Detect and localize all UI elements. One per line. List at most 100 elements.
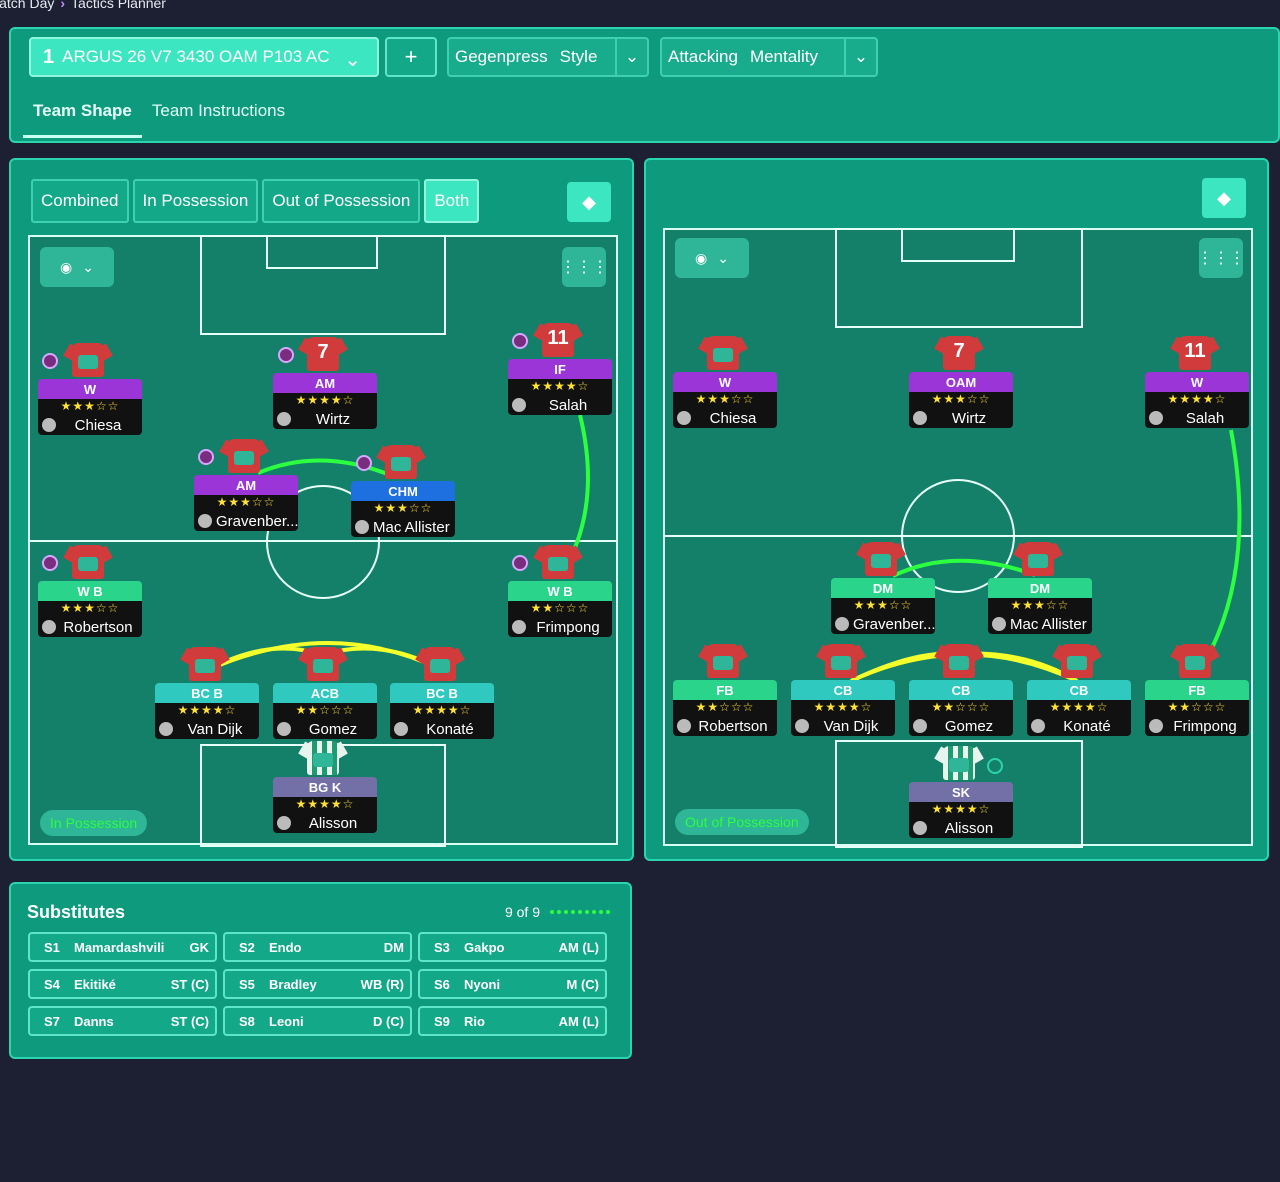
visibility-toggle[interactable]: ◉ ⌄ (40, 247, 114, 287)
tab-team-instructions[interactable]: Team Instructions (142, 93, 295, 138)
tab-team-shape[interactable]: Team Shape (23, 93, 142, 138)
player-role: W B (38, 581, 142, 601)
chevron-right-icon: › (60, 0, 66, 11)
grid-view-icon[interactable]: ⋮⋮⋮ (560, 247, 608, 287)
view-out-of-possession-button[interactable]: Out of Possession (262, 179, 421, 223)
breadcrumb-parent[interactable]: latch Day (0, 0, 54, 11)
role-rating: ★★★★☆ (791, 700, 895, 716)
style-dropdown[interactable]: Gegenpress Style ⌄ (447, 37, 649, 77)
diamond-icon[interactable]: ◆ (567, 182, 611, 222)
chevron-down-icon: ⌄ (344, 49, 361, 71)
tactic-name: ARGUS 26 V7 3430 OAM P103 AC (62, 47, 330, 66)
player-card-macal[interactable]: CHM ★★★☆☆ Mac Allister (351, 445, 455, 537)
substitute-item[interactable]: S5 Bradley WB (R) (223, 969, 412, 999)
person-icon (992, 617, 1006, 631)
substitute-position: M (C) (566, 976, 600, 992)
player-name: Gomez (944, 717, 994, 735)
substitute-item[interactable]: S6 Nyoni M (C) (418, 969, 607, 999)
shirt-number: 7 (953, 340, 965, 362)
role-rating: ★★☆☆☆ (909, 700, 1013, 716)
player-card-gomez[interactable]: ACB ★★☆☆☆ Gomez (273, 647, 377, 739)
substitute-item[interactable]: S8 Leoni D (C) (223, 1006, 412, 1036)
player-card-chiesa[interactable]: W ★★★☆☆ Chiesa (38, 343, 142, 435)
player-card-konate[interactable]: BC B ★★★★☆ Konaté (390, 647, 494, 739)
shirt-number: 11 (1184, 340, 1206, 362)
view-in-possession-button[interactable]: In Possession (132, 179, 259, 223)
player-card-wirtz[interactable]: 7 AM ★★★★☆ Wirtz (273, 337, 377, 429)
player-name: Van Dijk (187, 720, 243, 738)
grid-view-icon[interactable]: ⋮⋮⋮ (1197, 238, 1245, 278)
add-tactic-button[interactable]: + (385, 37, 437, 77)
player-name: Wirtz (315, 410, 351, 428)
player-card-konate[interactable]: CB ★★★★☆ Konaté (1027, 644, 1131, 736)
shirt-number: 7 (317, 341, 329, 363)
player-card-alisson[interactable]: BG K ★★★★☆ Alisson (273, 741, 377, 833)
player-name: Chiesa (74, 416, 122, 434)
jersey-icon (376, 441, 426, 481)
jersey-icon (533, 541, 583, 581)
player-status-icon (356, 455, 372, 471)
person-icon (42, 620, 56, 634)
role-rating: ★★★☆☆ (988, 598, 1092, 614)
player-name-row: Alisson (909, 818, 1013, 838)
person-icon (913, 719, 927, 733)
role-rating: ★★★★☆ (909, 802, 1013, 818)
substitute-position: AM (L) (558, 939, 599, 955)
player-card-rob[interactable]: W B ★★★☆☆ Robertson (38, 545, 142, 637)
player-card-grav[interactable]: DM ★★★☆☆ Gravenber... (831, 542, 935, 634)
substitutes-count: 9 of 9 (504, 904, 540, 920)
chevron-down-icon: ⌄ (615, 39, 647, 75)
substitute-item[interactable]: S9 Rio AM (L) (418, 1006, 607, 1036)
player-card-salah[interactable]: 11 IF ★★★★☆ Salah (508, 323, 612, 415)
mentality-dropdown[interactable]: Attacking Mentality ⌄ (660, 37, 878, 77)
player-role: CB (791, 680, 895, 700)
player-role: FB (1145, 680, 1249, 700)
player-name: Wirtz (951, 409, 987, 427)
diamond-icon[interactable]: ◆ (1202, 178, 1246, 218)
pitch-in-possession: ◉ ⌄ ⋮⋮⋮ W ★★★☆☆ Chiesa 7 AM ★★★★☆ Wirtz … (28, 235, 618, 847)
substitute-slot: S3 (434, 939, 450, 955)
player-card-gomez[interactable]: CB ★★☆☆☆ Gomez (909, 644, 1013, 736)
person-icon (1149, 719, 1163, 733)
player-card-grav[interactable]: AM ★★★☆☆ Gravenber... (194, 439, 298, 531)
player-card-salah[interactable]: 11 W ★★★★☆ Salah (1145, 336, 1249, 428)
jersey-icon (698, 640, 748, 680)
player-name-row: Salah (1145, 408, 1249, 428)
person-icon (198, 514, 212, 528)
visibility-toggle[interactable]: ◉ ⌄ (675, 238, 749, 278)
player-status-icon (42, 353, 58, 369)
player-card-alisson[interactable]: SK ★★★★☆ Alisson (909, 746, 1013, 838)
player-card-frim[interactable]: FB ★★☆☆☆ Frimpong (1145, 644, 1249, 736)
player-card-macal[interactable]: DM ★★★☆☆ Mac Allister (988, 542, 1092, 634)
plus-icon: + (404, 44, 418, 69)
substitute-item[interactable]: S7 Danns ST (C) (28, 1006, 217, 1036)
right-formation-panel: ◆ ◉ ⌄ ⋮⋮⋮ W ★★★☆☆ Chiesa 7 OAM ★★★☆☆ Wir… (644, 158, 1269, 861)
player-name: Frimpong (1173, 717, 1237, 735)
jersey-icon (219, 435, 269, 475)
player-card-rob[interactable]: FB ★★☆☆☆ Robertson (673, 644, 777, 736)
substitute-position: DM (383, 939, 404, 955)
view-combined-button[interactable]: Combined (31, 179, 129, 223)
substitute-item[interactable]: S2 Endo DM (223, 932, 412, 962)
player-status-icon (278, 347, 294, 363)
player-card-vd[interactable]: CB ★★★★☆ Van Dijk (791, 644, 895, 736)
player-name-row: Wirtz (273, 409, 377, 429)
substitute-item[interactable]: S1 Mamardashvili GK (28, 932, 217, 962)
player-name-row: Robertson (38, 617, 142, 637)
jersey-icon (1052, 640, 1102, 680)
player-role: W (1145, 372, 1249, 392)
substitute-item[interactable]: S3 Gakpo AM (L) (418, 932, 607, 962)
player-status-icon (42, 555, 58, 571)
player-role: CHM (351, 481, 455, 501)
jersey-icon (1170, 640, 1220, 680)
player-card-chiesa[interactable]: W ★★★☆☆ Chiesa (673, 336, 777, 428)
player-card-vd[interactable]: BC B ★★★★☆ Van Dijk (155, 647, 259, 739)
tactic-select[interactable]: 1 ARGUS 26 V7 3430 OAM P103 AC ⌄ (29, 37, 379, 77)
jersey-icon (934, 742, 984, 782)
role-rating: ★★★☆☆ (38, 601, 142, 617)
player-card-frim[interactable]: W B ★★☆☆☆ Frimpong (508, 545, 612, 637)
substitute-item[interactable]: S4 Ekitiké ST (C) (28, 969, 217, 999)
role-rating: ★★☆☆☆ (1145, 700, 1249, 716)
player-card-wirtz[interactable]: 7 OAM ★★★☆☆ Wirtz (909, 336, 1013, 428)
view-both-button[interactable]: Both (424, 179, 480, 223)
